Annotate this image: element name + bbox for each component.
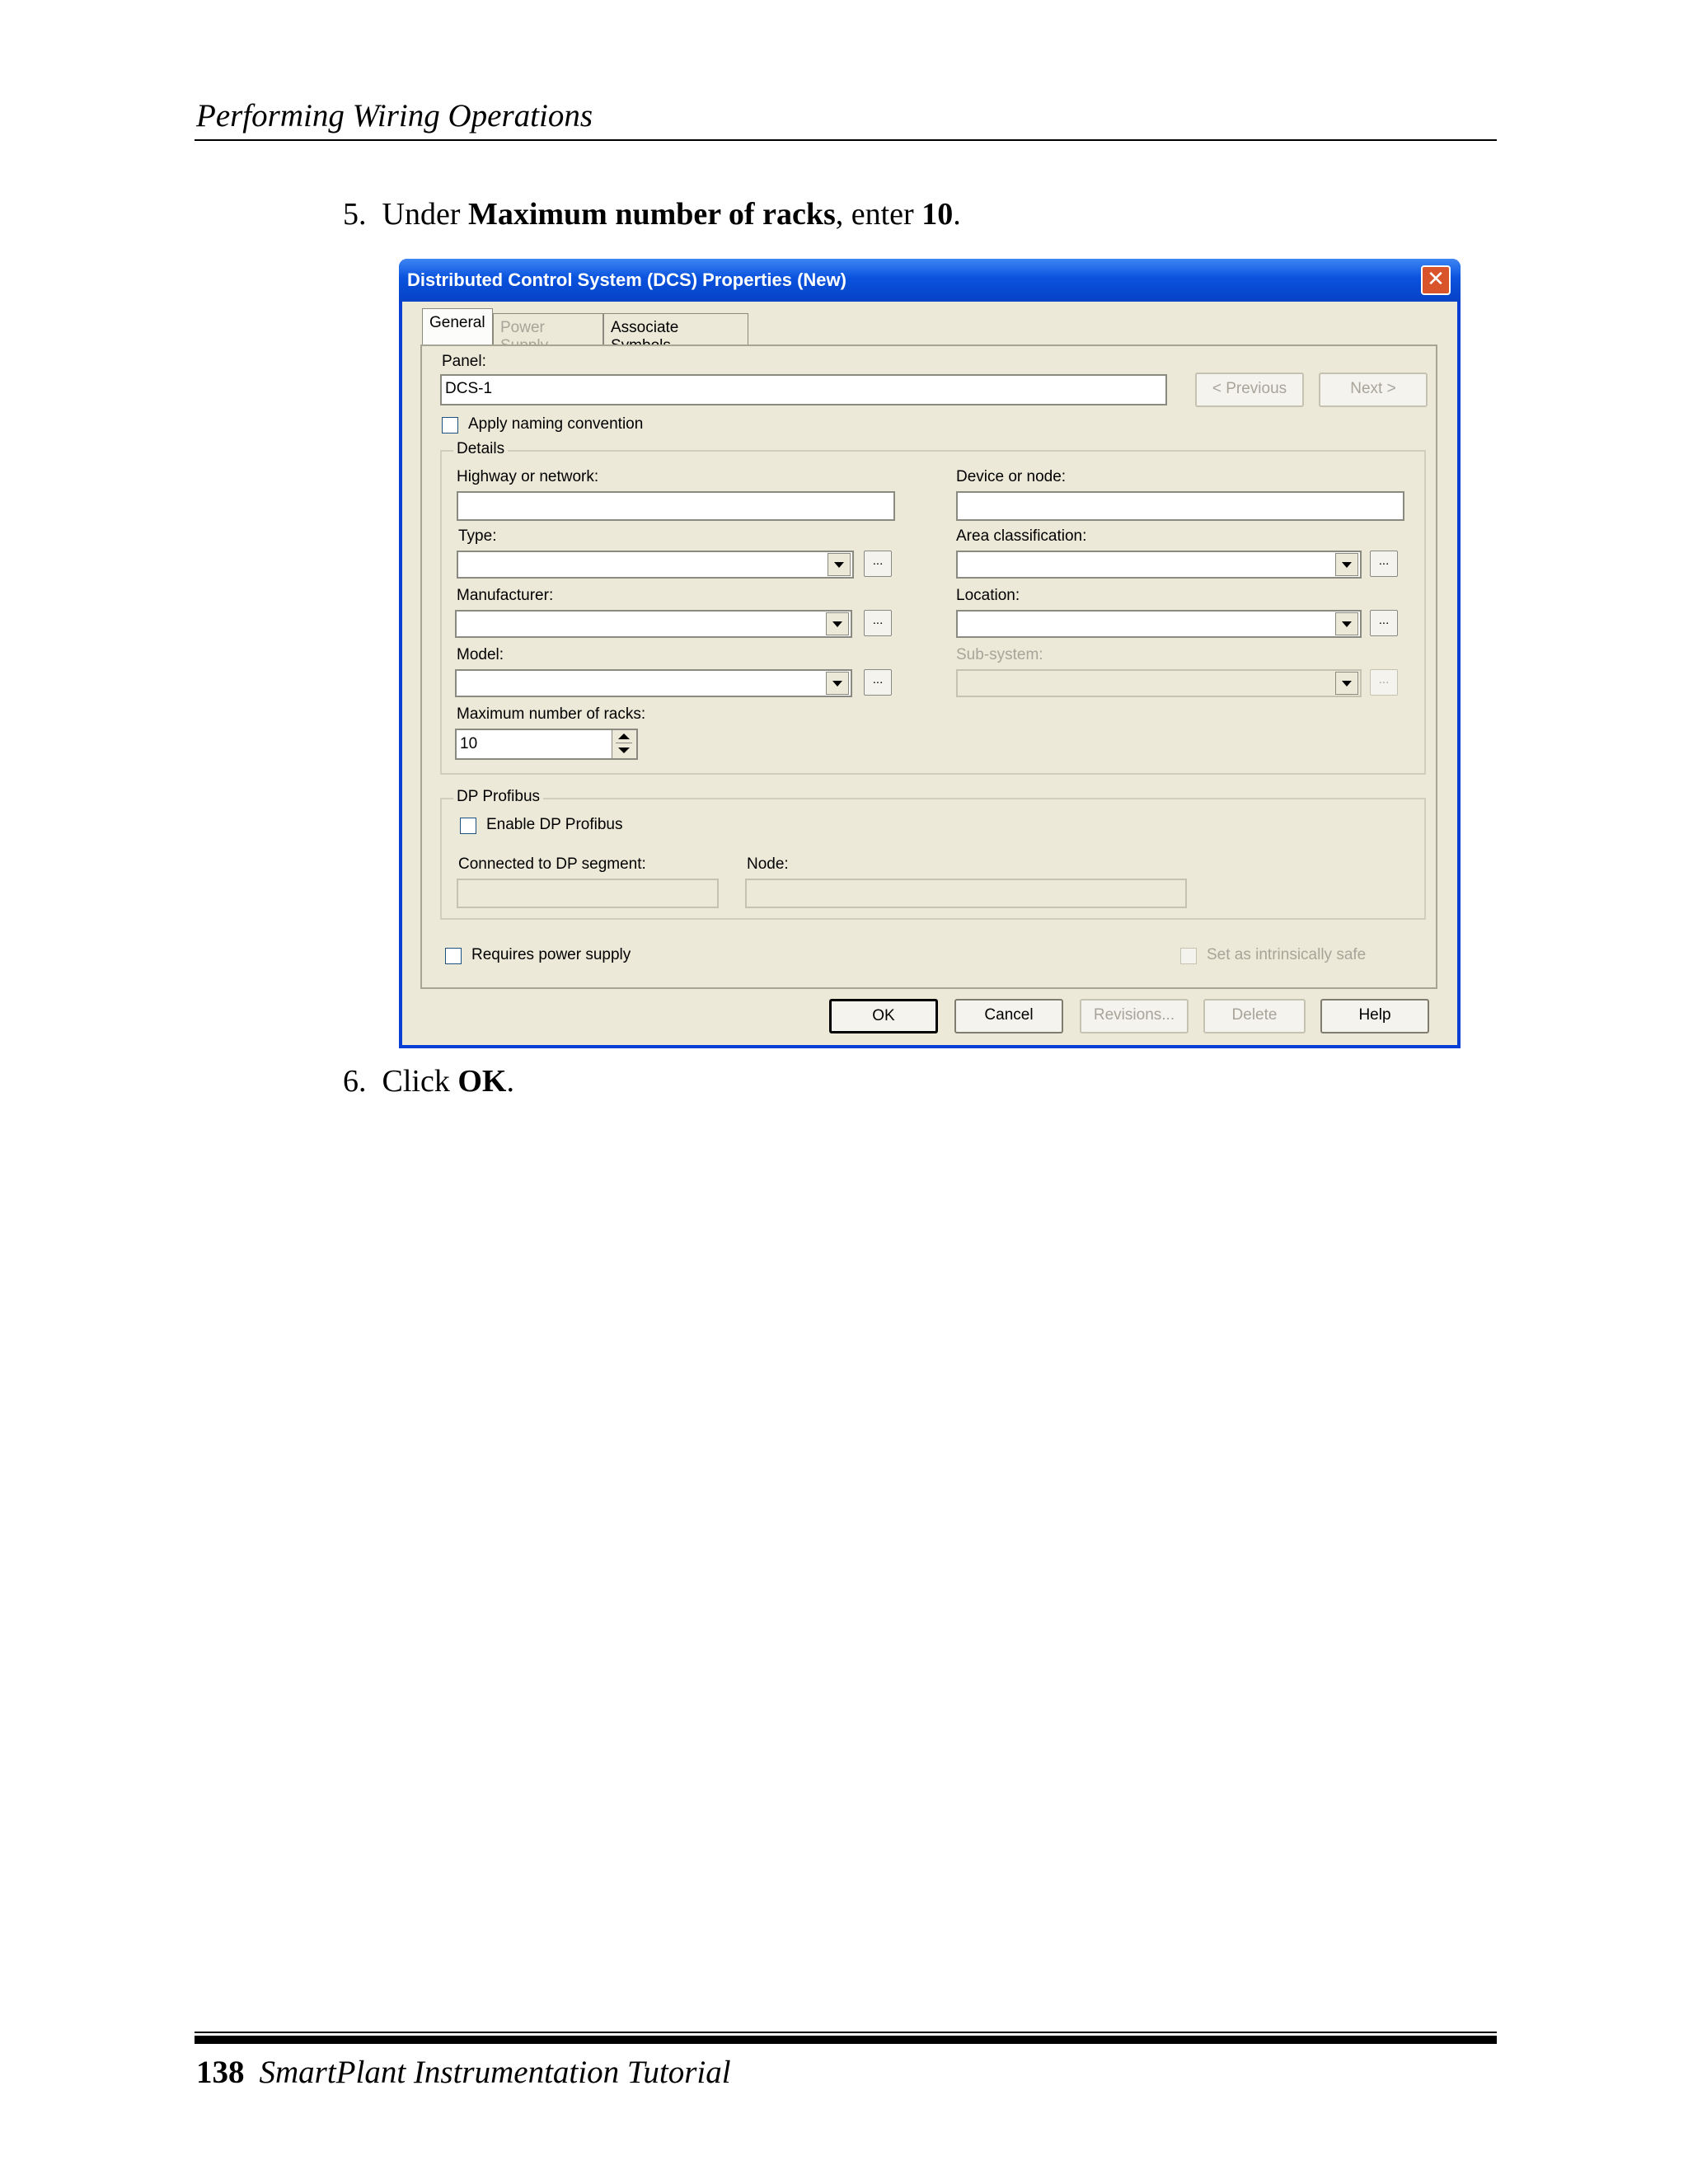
step-5: 5. Under Maximum number of racks, enter … <box>343 196 961 232</box>
revisions-button: Revisions... <box>1080 999 1189 1033</box>
delete-button: Delete <box>1203 999 1306 1033</box>
chevron-down-icon[interactable] <box>826 672 849 695</box>
node-label: Node: <box>747 855 789 873</box>
tab-associate-symbols[interactable]: Associate Symbols <box>603 313 748 354</box>
max-racks-label: Maximum number of racks: <box>457 705 646 723</box>
chevron-down-icon <box>1335 672 1358 695</box>
spinner-arrows-icon[interactable] <box>612 730 636 758</box>
apply-naming-checkbox[interactable] <box>442 417 458 434</box>
step-text: Under <box>382 197 468 232</box>
step-text: . <box>953 197 961 232</box>
max-racks-input[interactable]: 10 <box>455 729 638 760</box>
dp-segment-label: Connected to DP segment: <box>458 855 646 873</box>
footer-rule-thin <box>195 2032 1497 2033</box>
help-button[interactable]: Help <box>1320 999 1429 1033</box>
dp-segment-input <box>457 879 719 908</box>
intrinsic-safe-checkbox <box>1180 948 1197 964</box>
step-6: 6. Click OK. <box>343 1063 514 1099</box>
next-button: Next > <box>1319 373 1428 407</box>
model-browse-button[interactable]: ... <box>864 669 892 696</box>
highway-input[interactable] <box>457 491 895 521</box>
subsystem-label: Sub-system: <box>956 646 1043 663</box>
tab-general[interactable]: General <box>422 308 493 344</box>
book-title: SmartPlant Instrumentation Tutorial <box>259 2055 731 2090</box>
manufacturer-combo[interactable] <box>455 610 852 638</box>
area-browse-button[interactable]: ... <box>1370 551 1398 577</box>
page-number: 138 <box>196 2055 245 2090</box>
subsystem-combo <box>956 669 1362 697</box>
chevron-down-icon[interactable] <box>1335 553 1358 576</box>
step-text: . <box>506 1064 514 1099</box>
enable-dp-profibus-label: Enable DP Profibus <box>486 816 623 833</box>
type-label: Type: <box>458 527 497 545</box>
chevron-down-icon[interactable] <box>1335 612 1358 635</box>
step-text: Click <box>382 1064 458 1099</box>
footer-rule <box>195 2036 1497 2044</box>
dcs-properties-dialog: Distributed Control System (DCS) Propert… <box>399 259 1461 1048</box>
location-combo[interactable] <box>956 610 1362 638</box>
manufacturer-label: Manufacturer: <box>457 587 554 604</box>
subsystem-browse-button: ... <box>1370 669 1398 696</box>
step-number: 5. <box>343 197 367 232</box>
close-icon[interactable]: ✕ <box>1421 265 1451 295</box>
requires-power-label: Requires power supply <box>471 946 631 963</box>
previous-button: < Previous <box>1195 373 1304 407</box>
step-number: 6. <box>343 1064 367 1099</box>
step-bold: Maximum number of racks <box>467 197 836 232</box>
details-group-label: Details <box>453 440 509 458</box>
dialog-title: Distributed Control System (DCS) Propert… <box>407 269 846 290</box>
model-combo[interactable] <box>455 669 852 697</box>
intrinsic-safe-label: Set as intrinsically safe <box>1207 946 1367 963</box>
chevron-down-icon[interactable] <box>826 612 849 635</box>
cancel-button[interactable]: Cancel <box>954 999 1063 1033</box>
device-label: Device or node: <box>956 468 1067 485</box>
panel-input[interactable]: DCS-1 <box>440 374 1167 405</box>
area-label: Area classification: <box>956 527 1087 545</box>
step-bold: OK <box>457 1064 507 1099</box>
type-browse-button[interactable]: ... <box>864 551 892 577</box>
enable-dp-profibus-checkbox[interactable] <box>460 818 476 834</box>
chevron-down-icon[interactable] <box>828 553 851 576</box>
requires-power-checkbox[interactable] <box>445 948 462 964</box>
apply-naming-label: Apply naming convention <box>468 415 644 433</box>
model-label: Model: <box>457 646 504 663</box>
header-rule <box>195 139 1497 141</box>
dp-profibus-group-label: DP Profibus <box>453 788 544 806</box>
dialog-title-bar: Distributed Control System (DCS) Propert… <box>399 259 1461 302</box>
step-bold: 10 <box>921 197 954 232</box>
type-combo[interactable] <box>457 551 854 579</box>
step-text: , enter <box>835 197 922 232</box>
node-input <box>745 879 1187 908</box>
area-combo[interactable] <box>956 551 1362 579</box>
device-input[interactable] <box>956 491 1404 521</box>
page-footer: 138 SmartPlant Instrumentation Tutorial <box>196 2054 731 2091</box>
running-head: Performing Wiring Operations <box>196 98 593 134</box>
location-browse-button[interactable]: ... <box>1370 610 1398 636</box>
dialog-client: General Power Supply Associate Symbols P… <box>402 302 1457 1045</box>
panel-value: DCS-1 <box>445 380 493 397</box>
location-label: Location: <box>956 587 1020 604</box>
manufacturer-browse-button[interactable]: ... <box>864 610 892 636</box>
panel-label: Panel: <box>442 353 486 370</box>
tab-panel: Panel: DCS-1 < Previous Next > Apply nam… <box>420 344 1437 989</box>
highway-label: Highway or network: <box>457 468 599 485</box>
tab-power-supply: Power Supply <box>493 313 603 354</box>
ok-button[interactable]: OK <box>829 999 938 1033</box>
max-racks-value: 10 <box>460 735 478 752</box>
